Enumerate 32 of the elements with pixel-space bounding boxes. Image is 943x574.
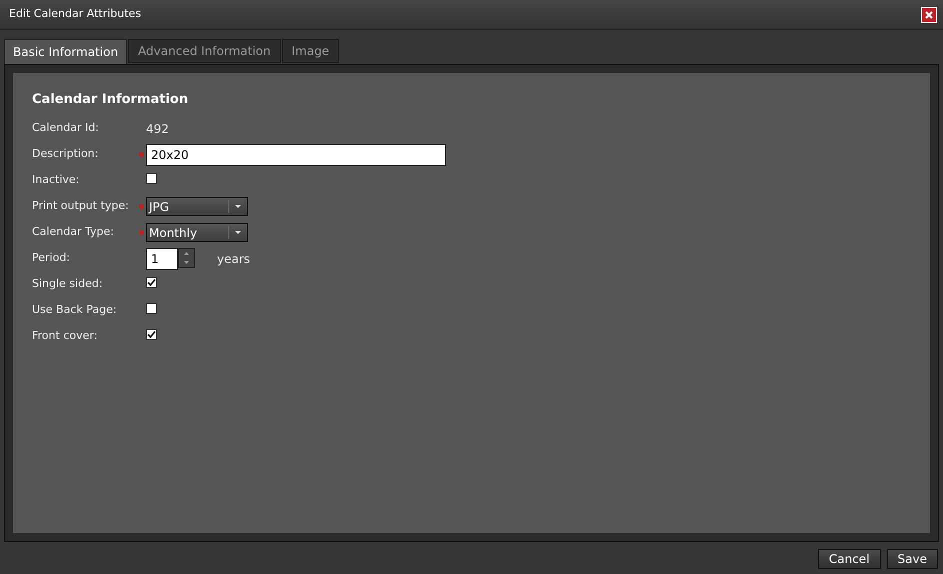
- field-label: Period:: [32, 250, 72, 266]
- field-value: 492: [146, 120, 169, 138]
- checkbox[interactable]: [146, 303, 157, 314]
- dialog-button[interactable]: Save: [886, 549, 938, 569]
- period-field[interactable]: 1: [146, 248, 178, 270]
- close-icon: [925, 10, 933, 18]
- field-label: Single sided:: [32, 276, 104, 292]
- description-field[interactable]: 20x20: [146, 144, 446, 166]
- dropdown[interactable]: JPG: [146, 197, 248, 216]
- field-label: Calendar Id:: [32, 120, 100, 136]
- tab[interactable]: Advanced Information: [128, 39, 281, 63]
- required-icon: [138, 152, 144, 157]
- window-title: Edit Calendar Attributes: [9, 6, 142, 22]
- spin-buttons[interactable]: [178, 248, 195, 268]
- field-label: Description:: [32, 146, 100, 162]
- unit-label: years: [217, 250, 250, 268]
- field-label: Use Back Page:: [32, 302, 118, 318]
- field-label: Inactive:: [32, 172, 80, 188]
- checkbox[interactable]: [146, 329, 157, 340]
- tab[interactable]: Image: [282, 39, 340, 63]
- required-icon: [138, 230, 144, 235]
- required-icon: [138, 204, 144, 209]
- field-label: Front cover:: [32, 328, 98, 344]
- close-button[interactable]: [921, 6, 937, 22]
- tab[interactable]: Basic Information: [4, 39, 128, 64]
- section-title: Calendar Information: [32, 91, 190, 109]
- field-label: Calendar Type:: [32, 224, 115, 240]
- dialog-button[interactable]: Cancel: [818, 549, 881, 569]
- checkbox[interactable]: [146, 173, 157, 184]
- dropdown[interactable]: Monthly: [146, 223, 248, 242]
- checkbox[interactable]: [146, 277, 157, 288]
- field-label: Print output type:: [32, 198, 130, 214]
